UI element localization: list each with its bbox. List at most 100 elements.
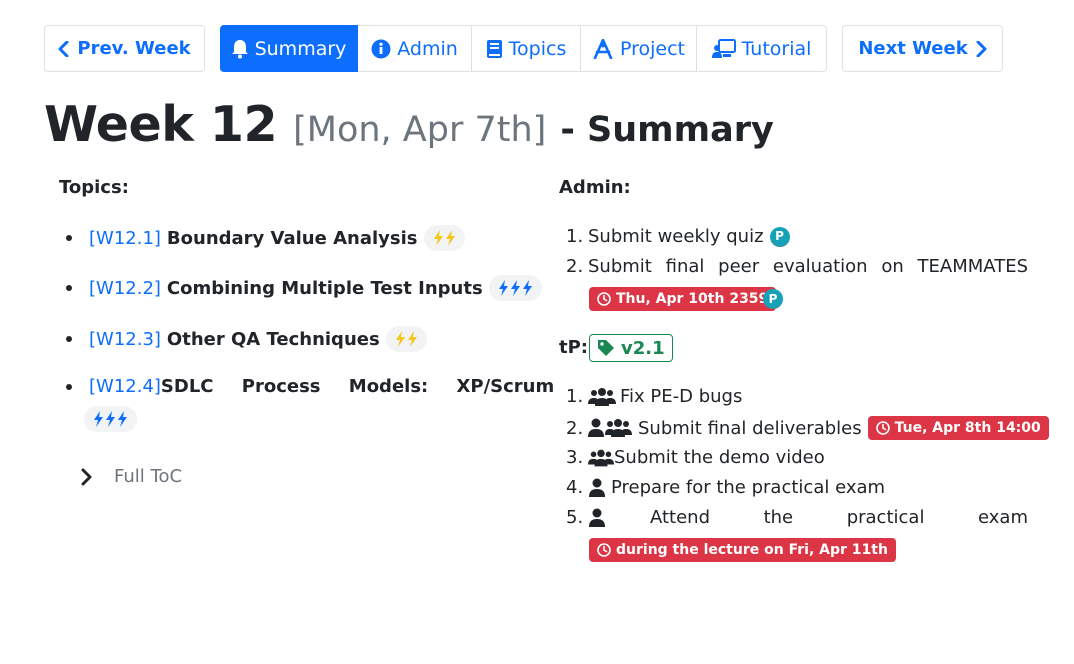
admin-item-text: Submit weekly quiz (588, 226, 764, 247)
item-number: 1. (566, 226, 584, 247)
info-icon (371, 39, 391, 58)
admin-title: Admin: (559, 177, 631, 198)
tp-item: 4. Prepare for the practical exam (566, 477, 885, 498)
tab-topics[interactable]: Topics (472, 25, 581, 72)
bolt-icon (118, 411, 127, 427)
bullet (66, 336, 72, 342)
item-number: 3. (566, 447, 584, 468)
deadline-text: during the lecture on Fri, Apr 11th (616, 542, 888, 558)
deadline-badge: Thu, Apr 10th 2359 (589, 287, 777, 311)
tab-admin-label: Admin (397, 37, 458, 60)
bolt-rating (84, 406, 137, 432)
deadline-text: Thu, Apr 10th 2359 (616, 291, 769, 307)
tp-item-text: Fix PE-D bugs (620, 386, 743, 407)
bell-icon (231, 39, 248, 58)
page-title: Week 12 [Mon, Apr 7th] - Summary (44, 96, 774, 153)
tutorial-icon (711, 38, 736, 58)
bolt-rating-w12-4 (84, 406, 137, 432)
team-icon (588, 387, 616, 406)
tab-tutorial[interactable]: Tutorial (697, 25, 827, 72)
deadline-text: Tue, Apr 8th 14:00 (894, 420, 1041, 436)
topic-item: [W12.3] Other QA Techniques (66, 326, 427, 352)
project-icon (593, 38, 613, 59)
topic-link[interactable]: [W12.4] (89, 376, 161, 397)
admin-item-text: Submit final peer evaluation on TEAMMATE… (588, 256, 1028, 277)
item-number: 1. (566, 386, 584, 407)
personal-badge[interactable]: P (769, 226, 790, 247)
tp-item: 2. Submit final deliverables Tue, Apr 8t… (566, 416, 1049, 440)
tp-item-text: Attend the practical exam (650, 507, 1028, 528)
prev-week-label: Prev. Week (77, 38, 191, 59)
tp-title: tP: (559, 337, 588, 358)
bolt-rating (488, 275, 542, 301)
tp-item: 1. Fix PE-D bugs (566, 386, 742, 407)
week-tabs: Summary Admin Topics Project Tutorial (220, 25, 827, 72)
tp-item: 3. Submit the demo video (566, 447, 825, 468)
clock-icon (597, 292, 611, 306)
bolt-icon (106, 411, 115, 427)
topic-item: [W12.1] Boundary Value Analysis (66, 225, 465, 251)
item-number: 2. (566, 417, 584, 439)
bolt-rating (385, 326, 427, 352)
chevron-left-icon (58, 40, 69, 57)
item-number: 2. (566, 256, 584, 277)
bolt-icon (433, 230, 443, 246)
person-icon (589, 478, 605, 497)
topics-title: Topics: (59, 177, 129, 198)
prev-week-button[interactable]: Prev. Week (44, 25, 205, 72)
tab-admin[interactable]: Admin (358, 25, 472, 72)
person-team-icon (588, 418, 632, 437)
week-title: Week 12 (44, 96, 278, 153)
bullet (66, 235, 72, 241)
tab-topics-label: Topics (508, 37, 567, 60)
admin-item: 2. Submit final peer evaluation on TEAMM… (566, 256, 1028, 277)
bullet (66, 383, 72, 390)
topic-name: Boundary Value Analysis (166, 227, 418, 249)
chevron-right-icon (81, 468, 92, 485)
topic-item: [W12.2] Combining Multiple Test Inputs (66, 275, 542, 301)
admin-item: 1. Submit weekly quiz P (566, 226, 790, 247)
item-number: 4. (566, 477, 584, 498)
summary-suffix: - Summary (560, 110, 774, 150)
deadline-badge: Tue, Apr 8th 14:00 (867, 416, 1049, 440)
topic-link[interactable]: [W12.2] (89, 278, 161, 299)
tab-summary[interactable]: Summary (220, 25, 358, 72)
tab-tutorial-label: Tutorial (741, 37, 812, 60)
person-icon (589, 508, 605, 527)
deadline-badge: during the lecture on Fri, Apr 11th (589, 538, 896, 562)
next-week-label: Next Week (858, 38, 968, 59)
tp-item-text: Submit final deliverables (638, 417, 862, 439)
version-tag: v2.1 (589, 334, 673, 362)
tab-project-label: Project (619, 37, 685, 60)
tp-item-text: Prepare for the practical exam (611, 477, 886, 498)
team-icon (588, 449, 614, 466)
topic-name: Combining Multiple Test Inputs (166, 277, 483, 299)
week-date: [Mon, Apr 7th] (293, 110, 547, 150)
bolt-icon (445, 230, 455, 246)
topic-link[interactable]: [W12.1] (89, 228, 161, 249)
chevron-right-icon (976, 40, 987, 57)
topic-name: Other QA Techniques (166, 328, 380, 350)
topic-name: SDLC Process Models: XP/Scrum (160, 376, 555, 397)
bolt-icon (510, 280, 520, 296)
clock-icon (875, 421, 890, 435)
topic-link[interactable]: [W12.3] (89, 329, 161, 350)
tab-project[interactable]: Project (581, 25, 697, 72)
item-number: 5. (566, 507, 584, 528)
bolt-icon (395, 331, 405, 347)
bolt-rating (423, 225, 465, 251)
personal-badge[interactable]: P (763, 289, 783, 309)
bolt-icon (407, 331, 417, 347)
full-toc-toggle[interactable]: Full ToC (80, 466, 182, 487)
bolt-icon (498, 280, 508, 296)
tag-icon (598, 340, 614, 356)
clock-icon (597, 543, 611, 557)
book-icon (486, 39, 502, 58)
full-toc-label: Full ToC (114, 466, 183, 487)
bolt-icon (94, 411, 103, 427)
tp-item-text: Submit the demo video (614, 447, 825, 468)
bullet (66, 285, 72, 291)
next-week-button[interactable]: Next Week (842, 25, 1003, 72)
tp-item: 5. Attend the practical exam (566, 507, 1028, 528)
version-text: v2.1 (621, 337, 665, 359)
